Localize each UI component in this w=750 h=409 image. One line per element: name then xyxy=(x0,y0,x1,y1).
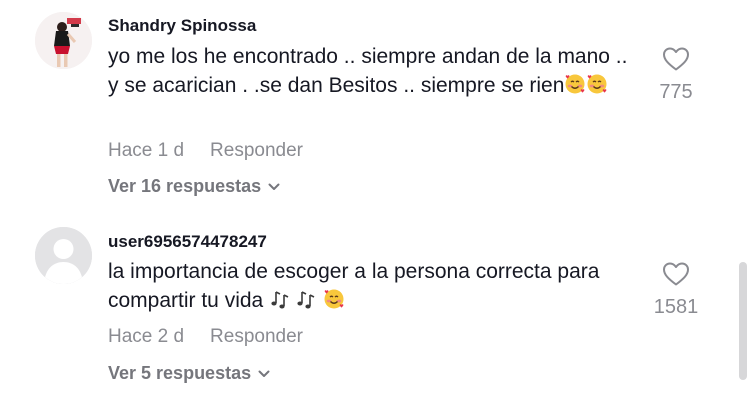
musical-notes-icon xyxy=(269,288,291,318)
comment-username[interactable]: user6956574478247 xyxy=(108,232,267,252)
comments-panel: Shandry Spinossa yo me los he encontrado… xyxy=(0,0,750,409)
chevron-down-icon xyxy=(268,183,280,190)
view-replies-button[interactable]: Ver 5 respuestas xyxy=(108,363,271,384)
like-button[interactable]: 1581 xyxy=(636,261,716,319)
smiling-face-with-hearts-icon xyxy=(323,288,345,318)
heart-icon xyxy=(663,47,689,71)
like-count: 1581 xyxy=(653,296,699,318)
like-count: 775 xyxy=(659,81,693,103)
smiling-face-with-hearts-icon xyxy=(564,73,586,103)
chevron-down-icon xyxy=(258,370,270,377)
avatar-photo-image xyxy=(35,12,92,69)
comment-meta: Hace 1 d Responder xyxy=(108,140,303,162)
comment-timestamp: Hace 1 d xyxy=(108,140,185,161)
view-replies-label: Ver 16 respuestas xyxy=(108,176,262,196)
like-button[interactable]: 775 xyxy=(636,46,716,104)
smiling-face-with-hearts-icon xyxy=(586,73,608,103)
view-replies-label: Ver 5 respuestas xyxy=(108,363,252,383)
comment-username[interactable]: Shandry Spinossa xyxy=(108,16,256,36)
comment-text: yo me los he encontrado .. siempre andan… xyxy=(108,42,628,103)
comment-meta: Hace 2 d Responder xyxy=(108,326,303,348)
avatar[interactable] xyxy=(35,12,92,69)
view-replies-button[interactable]: Ver 16 respuestas xyxy=(108,176,281,197)
scrollbar[interactable] xyxy=(739,262,747,380)
avatar[interactable] xyxy=(35,227,92,284)
default-avatar-icon xyxy=(35,227,92,284)
reply-button[interactable]: Responder xyxy=(210,326,303,347)
comment-timestamp: Hace 2 d xyxy=(108,326,185,347)
musical-notes-icon xyxy=(295,288,317,318)
reply-button[interactable]: Responder xyxy=(210,140,303,161)
comment-text: la importancia de escoger a la persona c… xyxy=(108,257,628,318)
heart-icon xyxy=(663,262,689,286)
